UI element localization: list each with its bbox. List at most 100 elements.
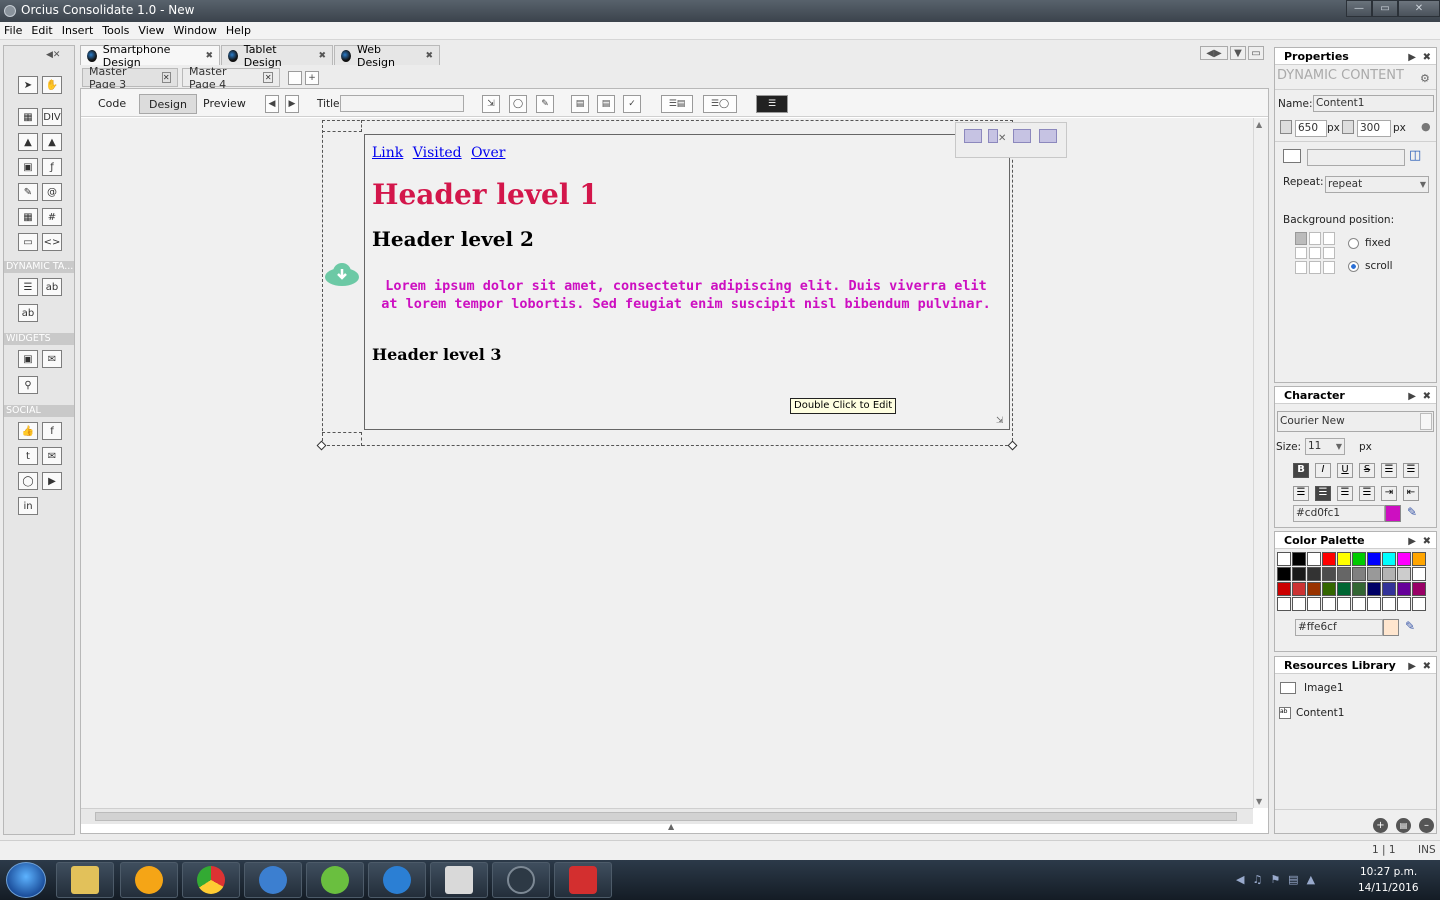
pointer-tool-icon[interactable]: ➤ xyxy=(18,76,38,94)
video-icon[interactable]: ▶ xyxy=(42,472,62,490)
text-color-input[interactable]: #cd0fc1 xyxy=(1293,505,1385,522)
color-swatch[interactable] xyxy=(1382,582,1396,596)
horizontal-scrollbar[interactable] xyxy=(81,808,1253,824)
background-image-input[interactable] xyxy=(1307,149,1405,166)
toolbox-section-widgets[interactable]: WIDGETS xyxy=(4,333,74,345)
menu-view[interactable]: View xyxy=(138,22,169,39)
like-icon[interactable]: 👍 xyxy=(18,422,38,440)
list-view-icon[interactable]: ☰▤ xyxy=(661,95,693,113)
color-swatch[interactable] xyxy=(1397,552,1411,566)
scroll-radio[interactable] xyxy=(1348,261,1359,272)
color-swatch[interactable] xyxy=(1307,582,1321,596)
linkedin-icon[interactable]: in xyxy=(18,497,38,515)
taskbar-app-orange[interactable] xyxy=(120,862,178,898)
comment-icon[interactable]: ✉ xyxy=(42,447,62,465)
image-tool-icon[interactable]: ▲ xyxy=(18,133,38,151)
panel-menu-icon[interactable]: ▶ xyxy=(1408,658,1416,675)
gallery-widget-icon[interactable]: ▣ xyxy=(18,350,38,368)
color-swatch[interactable] xyxy=(1307,597,1321,611)
grid-tool-icon[interactable]: # xyxy=(42,208,62,226)
page-settings-icon[interactable]: ⇲ xyxy=(482,95,500,113)
vertical-scrollbar[interactable]: ▲ ▼ xyxy=(1253,118,1268,808)
link-sample[interactable]: Link xyxy=(372,145,403,161)
remove-resource-icon[interactable]: – xyxy=(1419,818,1434,833)
html-tool-icon[interactable]: <> xyxy=(42,233,62,251)
layout-icon[interactable] xyxy=(988,129,998,143)
strikethrough-icon[interactable]: S xyxy=(1359,463,1375,478)
color-swatch[interactable] xyxy=(1352,567,1366,581)
frame-icon[interactable] xyxy=(1013,129,1031,143)
color-swatch[interactable] xyxy=(1382,597,1396,611)
color-swatch[interactable] xyxy=(1367,597,1381,611)
list-settings-icon[interactable]: ☰◯ xyxy=(703,95,737,113)
twitter-icon[interactable]: t xyxy=(18,447,38,465)
copy-page-icon[interactable]: ▤ xyxy=(571,95,589,113)
tab-web-design[interactable]: Web Design ✖ xyxy=(334,43,440,69)
align-right-icon[interactable]: ☰ xyxy=(1337,486,1353,501)
taskbar-app-gauge[interactable] xyxy=(368,862,426,898)
color-swatch[interactable] xyxy=(1292,597,1306,611)
calendar-tool-icon[interactable]: ▦ xyxy=(18,208,38,226)
menu-help[interactable]: Help xyxy=(226,22,256,39)
align-left-icon[interactable]: ☰ xyxy=(1293,486,1309,501)
menu-edit[interactable]: Edit xyxy=(31,22,57,39)
tab-scroll-arrows[interactable]: ◀▶ xyxy=(1200,46,1228,60)
color-swatch[interactable] xyxy=(1412,552,1426,566)
color-swatch[interactable] xyxy=(1337,567,1351,581)
menu-file[interactable]: File xyxy=(4,22,27,39)
taskbar-app-network[interactable] xyxy=(244,862,302,898)
facebook-icon[interactable]: f xyxy=(42,422,62,440)
prev-page-icon[interactable]: ◀ xyxy=(265,95,279,113)
color-swatch[interactable] xyxy=(1337,552,1351,566)
palette-color-swatch[interactable] xyxy=(1383,619,1399,636)
share-icon[interactable]: ◯ xyxy=(18,472,38,490)
color-swatch[interactable] xyxy=(1337,582,1351,596)
menu-insert[interactable]: Insert xyxy=(62,22,99,39)
color-swatch[interactable] xyxy=(1367,552,1381,566)
menu-window[interactable]: Window xyxy=(174,22,222,39)
tab-master-page-3[interactable]: Master Page 3 ✕ xyxy=(82,65,178,91)
paste-page-icon[interactable]: ▤ xyxy=(597,95,615,113)
horizontal-scroll-thumb[interactable] xyxy=(95,812,1237,821)
color-swatch[interactable] xyxy=(1367,567,1381,581)
edit-resource-icon[interactable]: ▤ xyxy=(1396,818,1411,833)
visited-sample[interactable]: Visited xyxy=(413,145,462,161)
close-tab-icon[interactable]: ✕ xyxy=(263,72,273,83)
preview-view-button[interactable]: Preview xyxy=(194,94,255,114)
tab-tablet-design[interactable]: Tablet Design ✖ xyxy=(221,43,333,69)
font-family-select[interactable]: Courier New xyxy=(1277,411,1434,432)
tab-restore-icon[interactable]: ▭ xyxy=(1248,46,1264,60)
dynamic-table-icon[interactable]: ☰ xyxy=(18,278,38,296)
close-tab-icon[interactable]: ✖ xyxy=(425,51,433,61)
toolbox-section-social[interactable]: SOCIAL xyxy=(4,405,74,417)
flash-tool-icon[interactable]: ƒ xyxy=(42,158,62,176)
resource-item-image1[interactable]: Image1 xyxy=(1304,682,1344,694)
taskbar-chrome[interactable] xyxy=(182,862,240,898)
content-preview[interactable]: Link Visited Over Header level 1 Header … xyxy=(372,145,1000,364)
name-input[interactable]: Content1 xyxy=(1313,95,1434,112)
dynamic-text-icon[interactable]: ab xyxy=(42,278,62,296)
panel-menu-icon[interactable]: ▶ xyxy=(1408,49,1416,66)
gear-icon[interactable]: ⚙ xyxy=(1420,72,1430,85)
color-swatch[interactable] xyxy=(1397,567,1411,581)
panel-close-icon[interactable]: ✖ xyxy=(1423,533,1431,550)
taskbar-app-camera[interactable] xyxy=(554,862,612,898)
page-edit-icon[interactable]: ✎ xyxy=(536,95,554,113)
start-button[interactable] xyxy=(6,862,46,898)
tab-smartphone-design[interactable]: Smartphone Design ✖ xyxy=(80,43,220,69)
color-swatch[interactable] xyxy=(1412,597,1426,611)
panel-menu-icon[interactable]: ▶ xyxy=(1408,533,1416,550)
taskbar-explorer[interactable] xyxy=(56,862,114,898)
outdent-icon[interactable]: ⇤ xyxy=(1403,486,1419,501)
new-page-icon[interactable] xyxy=(288,71,302,85)
color-swatch[interactable] xyxy=(1382,567,1396,581)
unordered-list-icon[interactable]: ☰ xyxy=(1403,463,1419,478)
table-tool-icon[interactable]: ▦ xyxy=(18,108,38,126)
justify-icon[interactable]: ☰ xyxy=(1359,486,1375,501)
ordered-list-icon[interactable]: ☰ xyxy=(1381,463,1397,478)
title-input[interactable] xyxy=(340,95,464,112)
tab-master-page-4[interactable]: Master Page 4 ✕ xyxy=(182,65,280,91)
panel-close-icon[interactable]: ✖ xyxy=(1423,658,1431,675)
color-swatch[interactable] xyxy=(1307,552,1321,566)
color-swatch[interactable] xyxy=(1352,597,1366,611)
